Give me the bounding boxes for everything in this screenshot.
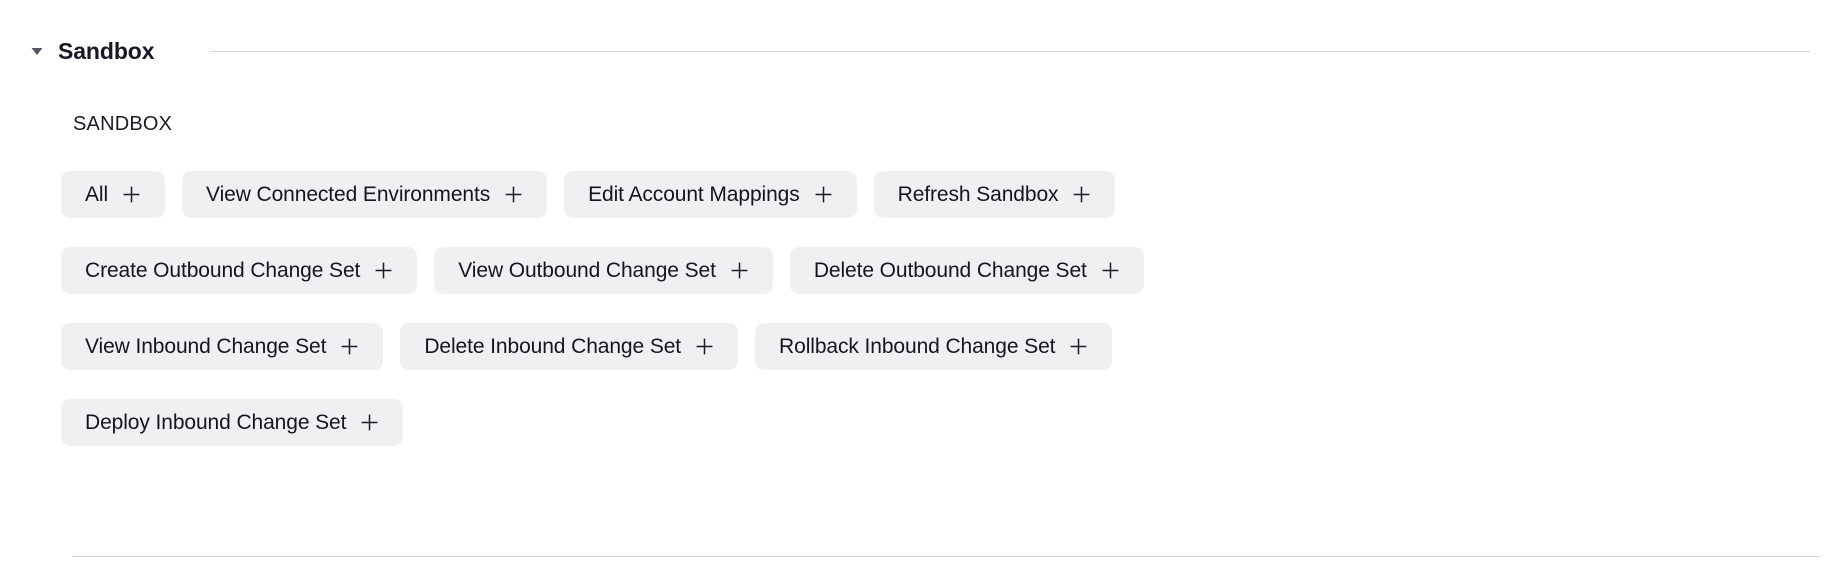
permission-chip-list: All View Connected Environments Edit Acc… <box>61 171 1820 475</box>
chip-edit-account-mappings[interactable]: Edit Account Mappings <box>564 171 857 218</box>
chip-label: Edit Account Mappings <box>588 183 800 206</box>
section-header-sandbox: Sandbox <box>0 28 1830 74</box>
chip-label: Delete Outbound Change Set <box>813 259 1087 282</box>
sandbox-permissions-panel: Sandbox SANDBOX All View Connected Envir… <box>0 0 1830 588</box>
header-divider <box>210 50 1810 52</box>
plus-icon[interactable] <box>1072 185 1091 204</box>
plus-icon[interactable] <box>814 185 833 204</box>
chip-row: Deploy Inbound Change Set <box>61 399 1820 446</box>
chip-row: View Inbound Change Set Delete Inbound C… <box>61 323 1820 370</box>
chip-delete-inbound-change-set[interactable]: Delete Inbound Change Set <box>400 323 739 370</box>
chip-label: All <box>85 183 109 206</box>
plus-icon[interactable] <box>340 337 359 356</box>
plus-icon[interactable] <box>504 185 523 204</box>
plus-icon[interactable] <box>360 413 379 432</box>
chip-deploy-inbound-change-set[interactable]: Deploy Inbound Change Set <box>61 399 404 446</box>
group-label-sandbox: SANDBOX <box>73 113 173 135</box>
chip-view-inbound-change-set[interactable]: View Inbound Change Set <box>61 323 384 370</box>
chip-label: View Inbound Change Set <box>85 335 327 358</box>
chip-view-connected-environments[interactable]: View Connected Environments <box>182 171 548 218</box>
page-title: Sandbox <box>58 37 155 64</box>
chip-label: View Connected Environments <box>206 183 491 206</box>
chip-label: Create Outbound Change Set <box>85 259 361 282</box>
chip-all[interactable]: All <box>61 171 166 218</box>
plus-icon[interactable] <box>1069 337 1088 356</box>
plus-icon[interactable] <box>122 185 141 204</box>
chip-rollback-inbound-change-set[interactable]: Rollback Inbound Change Set <box>755 323 1113 370</box>
chip-label: Refresh Sandbox <box>897 183 1059 206</box>
plus-icon[interactable] <box>730 261 749 280</box>
section-bottom-divider <box>72 556 1820 557</box>
chip-delete-outbound-change-set[interactable]: Delete Outbound Change Set <box>789 247 1144 294</box>
chip-row: All View Connected Environments Edit Acc… <box>61 171 1820 218</box>
chip-row: Create Outbound Change Set View Outbound… <box>61 247 1820 294</box>
chip-label: View Outbound Change Set <box>458 259 716 282</box>
chip-create-outbound-change-set[interactable]: Create Outbound Change Set <box>61 247 418 294</box>
plus-icon[interactable] <box>374 261 393 280</box>
chip-label: Delete Inbound Change Set <box>424 335 682 358</box>
chip-refresh-sandbox[interactable]: Refresh Sandbox <box>873 171 1116 218</box>
chip-label: Rollback Inbound Change Set <box>779 335 1056 358</box>
chevron-down-icon[interactable] <box>28 42 46 60</box>
plus-icon[interactable] <box>1101 261 1120 280</box>
plus-icon[interactable] <box>695 337 714 356</box>
chip-view-outbound-change-set[interactable]: View Outbound Change Set <box>434 247 773 294</box>
chip-label: Deploy Inbound Change Set <box>85 411 347 434</box>
